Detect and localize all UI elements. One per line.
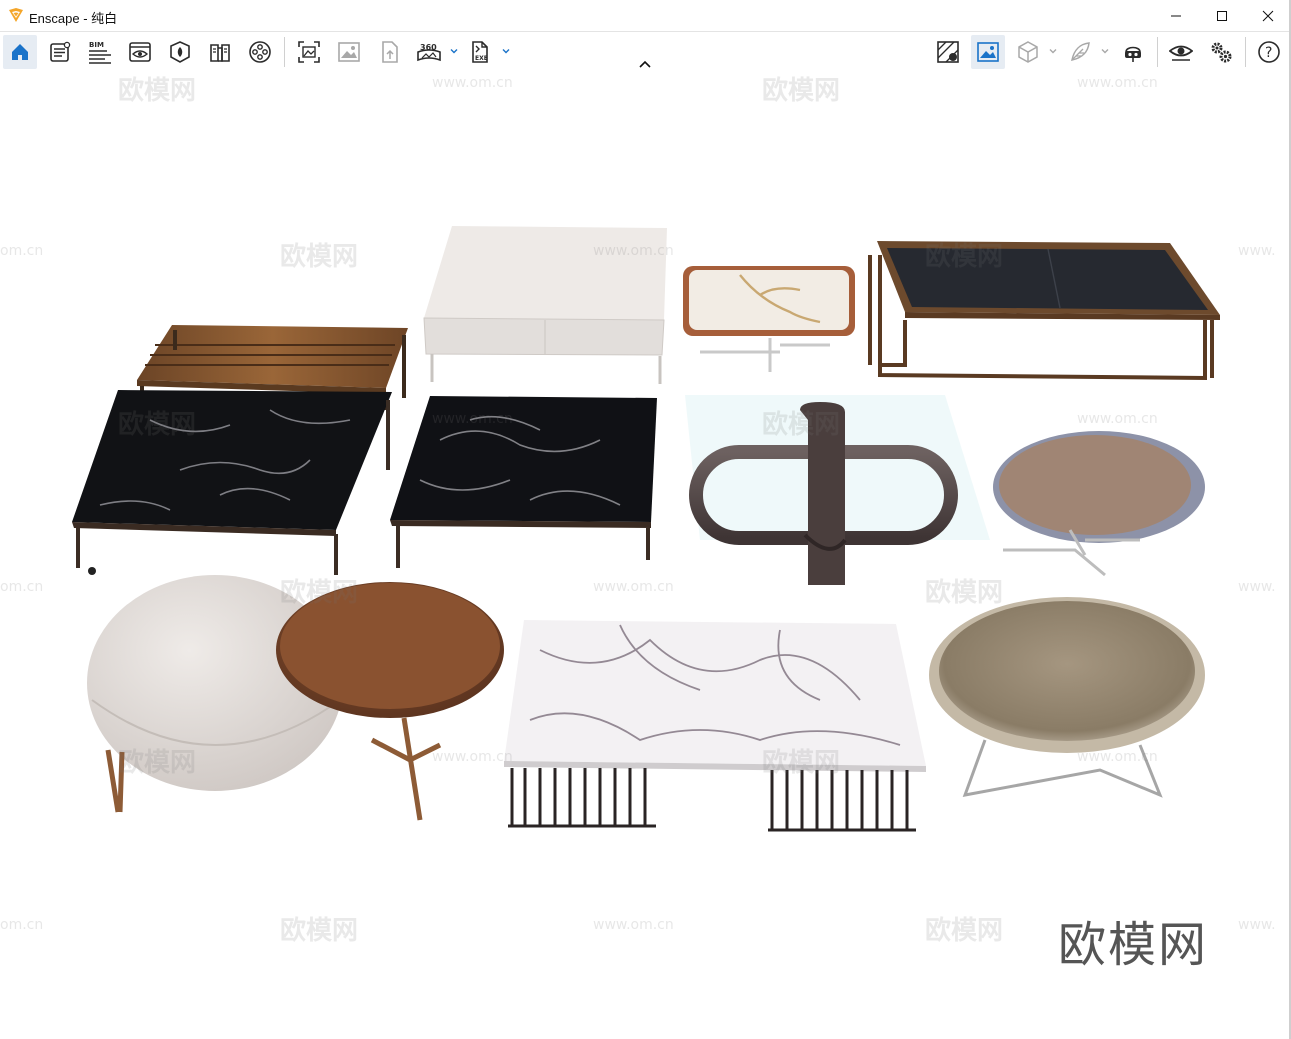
round-tray-side-table <box>993 431 1205 577</box>
feather-dropdown-chevron-icon[interactable] <box>1100 46 1110 56</box>
watermark-text: 欧模网 <box>762 410 841 440</box>
toolbar-divider <box>284 37 285 67</box>
watermark-text: 欧模网 <box>925 242 1004 272</box>
feather-icon <box>1071 42 1090 61</box>
material-button[interactable] <box>163 35 197 69</box>
batch-render-button[interactable] <box>43 35 77 69</box>
render-viewport[interactable]: 欧模网 www.om.cn 欧模网 www.om.cn om.cn 欧模网 ww… <box>0 70 1291 1039</box>
cube-button[interactable] <box>1011 35 1045 69</box>
watermark-url: om.cn <box>0 917 44 933</box>
settings-button[interactable] <box>1204 35 1238 69</box>
watermark-url: www. <box>1238 579 1276 595</box>
ottoman-and-round-wood-table <box>87 575 504 821</box>
view-button[interactable] <box>123 35 157 69</box>
title-bar: Enscape - 纯白 <box>0 0 1291 32</box>
help-icon: ? <box>1258 41 1280 63</box>
video-icon <box>249 41 271 63</box>
furniture-render-scene <box>72 226 1220 832</box>
book-icon <box>210 44 230 62</box>
watermark-url: www. <box>1238 917 1276 933</box>
material-icon <box>170 41 190 63</box>
asset-map-button[interactable] <box>931 35 965 69</box>
cube-dropdown-chevron-icon[interactable] <box>1048 46 1058 56</box>
watermark-text: 欧模网 <box>280 916 359 946</box>
watermark-text: 欧模网 <box>118 748 197 778</box>
screenshot-button[interactable] <box>292 35 326 69</box>
window-title: Enscape - 纯白 <box>29 11 118 26</box>
watermark-text: 欧模网 <box>118 76 197 106</box>
book-button[interactable] <box>203 35 237 69</box>
small-marble-side-table <box>683 266 855 372</box>
image-icon <box>338 42 360 62</box>
watermark-text: 欧模网 <box>280 242 359 272</box>
watermark-text: 欧模网 <box>118 410 197 440</box>
video-button[interactable] <box>243 35 277 69</box>
maximize-button[interactable] <box>1199 0 1245 31</box>
svg-text:BIM: BIM <box>89 41 104 49</box>
home-icon <box>12 44 28 60</box>
minimize-button[interactable] <box>1153 0 1199 31</box>
panorama-360-icon: 360 <box>417 43 441 62</box>
watermark-url: www. <box>1238 243 1276 259</box>
watermark-url: www.om.cn <box>1077 749 1158 765</box>
upload-icon <box>382 41 398 63</box>
settings-gears-icon <box>1211 42 1232 63</box>
eye-icon <box>1169 45 1193 61</box>
bim-icon: BIM <box>89 41 111 64</box>
image-button[interactable] <box>332 35 366 69</box>
watermark-text: 欧模网 <box>925 916 1004 946</box>
round-stone-wire-base-table <box>929 597 1205 798</box>
help-button[interactable]: ? <box>1252 35 1286 69</box>
watermark-url: www.om.cn <box>1077 75 1158 91</box>
watermark-text: 欧模网 <box>762 748 841 778</box>
toolbar-divider <box>1245 37 1246 67</box>
watermark-url: www.om.cn <box>432 749 513 765</box>
collapse-toolbar-chevron-icon[interactable] <box>637 58 653 70</box>
screenshot-icon <box>298 41 320 63</box>
exe-dropdown-chevron-icon[interactable] <box>501 46 511 56</box>
panorama-button[interactable]: 360 <box>412 35 446 69</box>
black-marble-coffee-table-right <box>390 396 657 568</box>
watermark-url: www.om.cn <box>432 75 513 91</box>
visual-settings-image-button[interactable] <box>971 35 1005 69</box>
watermark-text: 欧模网 <box>925 578 1004 608</box>
view-icon <box>129 42 151 62</box>
toolbar-divider <box>1157 37 1158 67</box>
dark-glass-wood-frame-table <box>868 241 1220 381</box>
asset-map-icon <box>937 41 959 63</box>
batch-render-icon <box>50 41 71 62</box>
home-button[interactable] <box>3 35 37 69</box>
panorama-dropdown-chevron-icon[interactable] <box>449 46 459 56</box>
watermark-url: www.om.cn <box>432 411 513 427</box>
vr-headset-button[interactable] <box>1116 35 1150 69</box>
white-marble-cage-base-table <box>504 620 926 832</box>
close-icon <box>1262 10 1274 21</box>
brand-logo-text: 欧模网 <box>1058 917 1209 973</box>
upload-button[interactable] <box>372 35 406 69</box>
exe-export-button[interactable]: EXE <box>463 35 497 69</box>
watermark-url: www.om.cn <box>593 917 674 933</box>
maximize-icon <box>1217 10 1227 21</box>
eye-button[interactable] <box>1164 35 1198 69</box>
watermark-url: om.cn <box>0 579 44 595</box>
watermark-url: www.om.cn <box>1077 411 1158 427</box>
watermark-url: www.om.cn <box>593 579 674 595</box>
enscape-logo-icon <box>9 8 23 22</box>
watermark-url: www.om.cn <box>593 243 674 259</box>
watermark-url: om.cn <box>0 243 44 259</box>
exe-export-icon: EXE <box>472 41 488 63</box>
svg-text:?: ? <box>1265 45 1272 61</box>
visual-settings-image-icon <box>977 42 999 62</box>
feather-button[interactable] <box>1063 35 1097 69</box>
minimize-icon <box>1171 15 1181 16</box>
vr-headset-icon <box>1125 46 1141 62</box>
svg-text:EXE: EXE <box>475 55 488 62</box>
cube-icon <box>1018 41 1038 63</box>
close-button[interactable] <box>1245 0 1291 31</box>
watermark-text: 欧模网 <box>762 76 841 106</box>
watermark-text: 欧模网 <box>280 578 359 608</box>
bim-button[interactable]: BIM <box>83 35 117 69</box>
